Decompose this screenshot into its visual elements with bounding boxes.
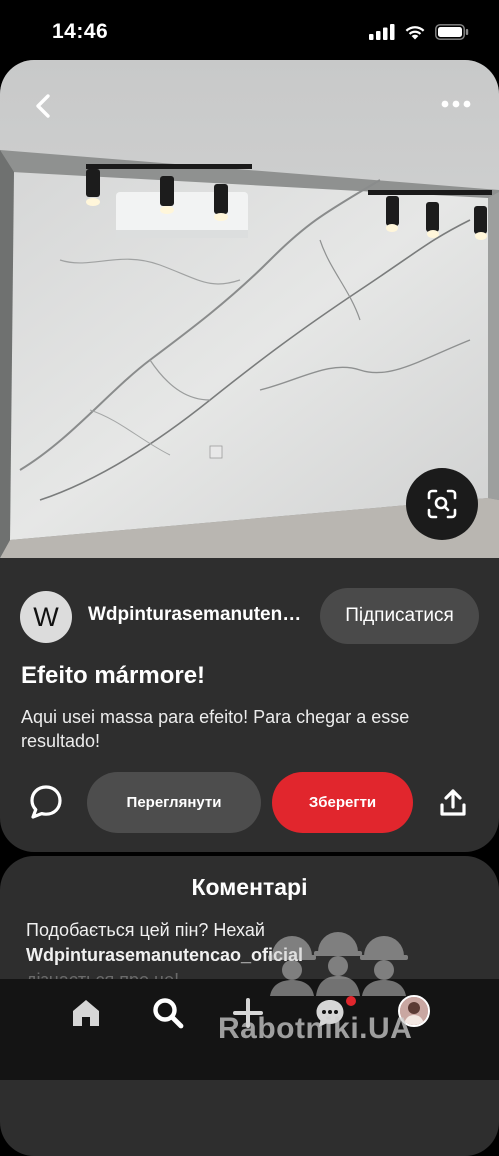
back-icon[interactable]: [28, 90, 60, 122]
pin-image[interactable]: [0, 60, 499, 558]
battery-icon: [435, 24, 469, 40]
cellular-signal-icon: [369, 24, 395, 40]
more-icon[interactable]: [441, 96, 471, 112]
pin-title: Efeito mármore!: [21, 662, 206, 689]
visual-search-button[interactable]: [406, 468, 478, 540]
wifi-icon: [405, 26, 425, 40]
share-icon[interactable]: [438, 788, 468, 818]
home-icon: [73, 1000, 99, 1026]
workers-watermark-logo: [268, 932, 408, 996]
comments-title: Коментарі: [191, 874, 308, 900]
follow-button[interactable]: Підписатися: [320, 588, 479, 644]
tab-home[interactable]: [64, 991, 108, 1035]
view-button[interactable]: Переглянути: [87, 772, 261, 833]
notification-dot: [346, 996, 356, 1006]
tab-search[interactable]: [146, 991, 190, 1035]
comments-prompt-prefix: Подобається цей пін? Нехай: [26, 920, 265, 940]
pin-description: Aqui usei massa para efeito! Para chegar…: [21, 707, 410, 751]
visual-search-icon: [427, 489, 457, 519]
search-icon: [153, 998, 184, 1029]
pin-card: W Wdpinturasemanutencao_oficial Підписат…: [0, 60, 499, 852]
save-button[interactable]: Зберегти: [272, 772, 413, 833]
creator-name[interactable]: Wdpinturasemanutencao_oficial: [88, 604, 308, 626]
comment-icon[interactable]: [28, 784, 64, 820]
creator-avatar[interactable]: W: [20, 591, 72, 643]
status-bar: 14:46: [0, 0, 499, 60]
creator-row: W Wdpinturasemanutencao_oficial Підписат…: [20, 588, 479, 644]
status-time: 14:46: [52, 20, 109, 43]
watermark-text: Rabotniki.UA: [218, 1012, 413, 1045]
status-icons: [369, 24, 469, 40]
